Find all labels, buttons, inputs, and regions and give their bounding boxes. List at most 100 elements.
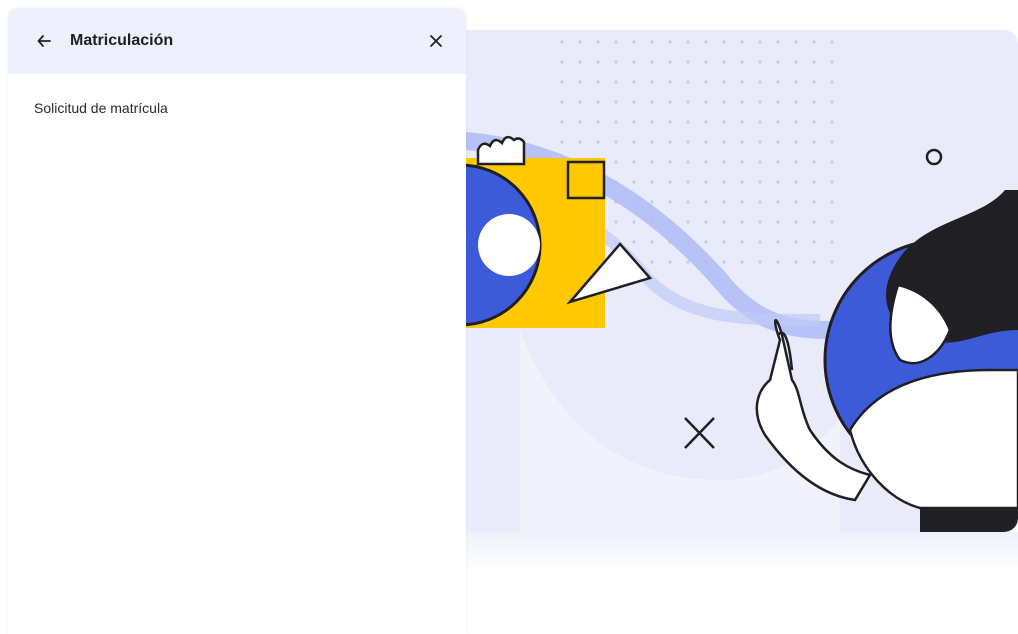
grid-dot xyxy=(740,120,744,124)
grid-dot xyxy=(830,100,834,104)
grid-dot xyxy=(668,100,672,104)
grid-dot xyxy=(668,180,672,184)
menu-item-solicitud-matricula[interactable]: Solicitud de matrícula xyxy=(34,100,466,116)
grid-dot xyxy=(812,220,816,224)
grid-dot xyxy=(794,200,798,204)
grid-dot xyxy=(650,240,654,244)
grid-dot xyxy=(794,120,798,124)
grid-dot xyxy=(758,120,762,124)
grid-dot xyxy=(614,220,618,224)
grid-dot xyxy=(632,140,636,144)
grid-dot xyxy=(704,160,708,164)
grid-dot xyxy=(830,160,834,164)
grid-dot xyxy=(668,60,672,64)
grid-dot xyxy=(794,260,798,264)
grid-dot xyxy=(614,160,618,164)
grid-dot xyxy=(722,120,726,124)
grid-dot xyxy=(812,240,816,244)
grid-dot xyxy=(704,80,708,84)
grid-dot xyxy=(650,120,654,124)
grid-dot xyxy=(812,200,816,204)
grid-dot xyxy=(686,200,690,204)
grid-dot xyxy=(722,100,726,104)
grid-dot xyxy=(794,100,798,104)
grid-dot xyxy=(686,160,690,164)
grid-dot xyxy=(740,140,744,144)
grid-dot xyxy=(794,80,798,84)
grid-dot xyxy=(830,120,834,124)
illustration-shadow xyxy=(440,532,1018,572)
grid-dot xyxy=(722,80,726,84)
grid-dot xyxy=(794,180,798,184)
grid-dot xyxy=(596,40,600,44)
grid-dot xyxy=(650,100,654,104)
grid-dot xyxy=(704,100,708,104)
grid-dot xyxy=(614,40,618,44)
grid-dot xyxy=(722,140,726,144)
grid-dot xyxy=(650,260,654,264)
grid-dot xyxy=(722,260,726,264)
grid-dot xyxy=(830,260,834,264)
grid-dot xyxy=(812,120,816,124)
grid-dot xyxy=(776,240,780,244)
grid-dot xyxy=(704,60,708,64)
grid-dot xyxy=(830,60,834,64)
grid-dot xyxy=(776,180,780,184)
grid-dot xyxy=(740,240,744,244)
grid-dot xyxy=(758,200,762,204)
waist xyxy=(920,508,1018,532)
illustration-card xyxy=(420,30,1018,532)
grid-dot xyxy=(794,220,798,224)
grid-dot xyxy=(668,200,672,204)
grid-dot xyxy=(740,80,744,84)
grid-dot xyxy=(650,40,654,44)
grid-dot xyxy=(776,200,780,204)
grid-dot xyxy=(686,40,690,44)
grid-dot xyxy=(776,260,780,264)
grid-dot xyxy=(596,100,600,104)
grid-dot xyxy=(812,180,816,184)
grid-dot xyxy=(632,80,636,84)
grid-dot xyxy=(776,100,780,104)
grid-dot xyxy=(668,260,672,264)
x-mark xyxy=(684,417,715,449)
grid-dot xyxy=(704,140,708,144)
grid-dot xyxy=(758,240,762,244)
grid-dot xyxy=(812,160,816,164)
grid-dot xyxy=(686,100,690,104)
grid-dot xyxy=(758,220,762,224)
arrow-left-icon[interactable] xyxy=(34,31,54,51)
grid-dot xyxy=(632,40,636,44)
grid-dot xyxy=(668,80,672,84)
grid-dot xyxy=(830,80,834,84)
grid-dot xyxy=(686,260,690,264)
grid-dot xyxy=(740,100,744,104)
grid-dot xyxy=(560,80,564,84)
grid-dot xyxy=(614,80,618,84)
panel-body: Solicitud de matrícula xyxy=(8,74,466,116)
grid-dot xyxy=(776,80,780,84)
grid-dot xyxy=(776,40,780,44)
grid-dot xyxy=(704,240,708,244)
grid-dot xyxy=(704,200,708,204)
grid-dot xyxy=(668,120,672,124)
grid-dot xyxy=(794,140,798,144)
grid-dot xyxy=(740,160,744,164)
grid-dot xyxy=(632,160,636,164)
grid-dot xyxy=(830,40,834,44)
grid-dot xyxy=(830,200,834,204)
grid-dot xyxy=(812,260,816,264)
grid-dot xyxy=(740,260,744,264)
grid-dot xyxy=(722,40,726,44)
grid-dot xyxy=(578,100,582,104)
close-icon[interactable] xyxy=(424,29,448,53)
grid-dot xyxy=(758,40,762,44)
grid-dot xyxy=(650,60,654,64)
grid-dot xyxy=(578,80,582,84)
grid-dot xyxy=(704,220,708,224)
grid-dot xyxy=(830,240,834,244)
grid-dot xyxy=(758,160,762,164)
close-glyph xyxy=(430,35,442,47)
grid-dot xyxy=(632,100,636,104)
grid-dot xyxy=(776,140,780,144)
